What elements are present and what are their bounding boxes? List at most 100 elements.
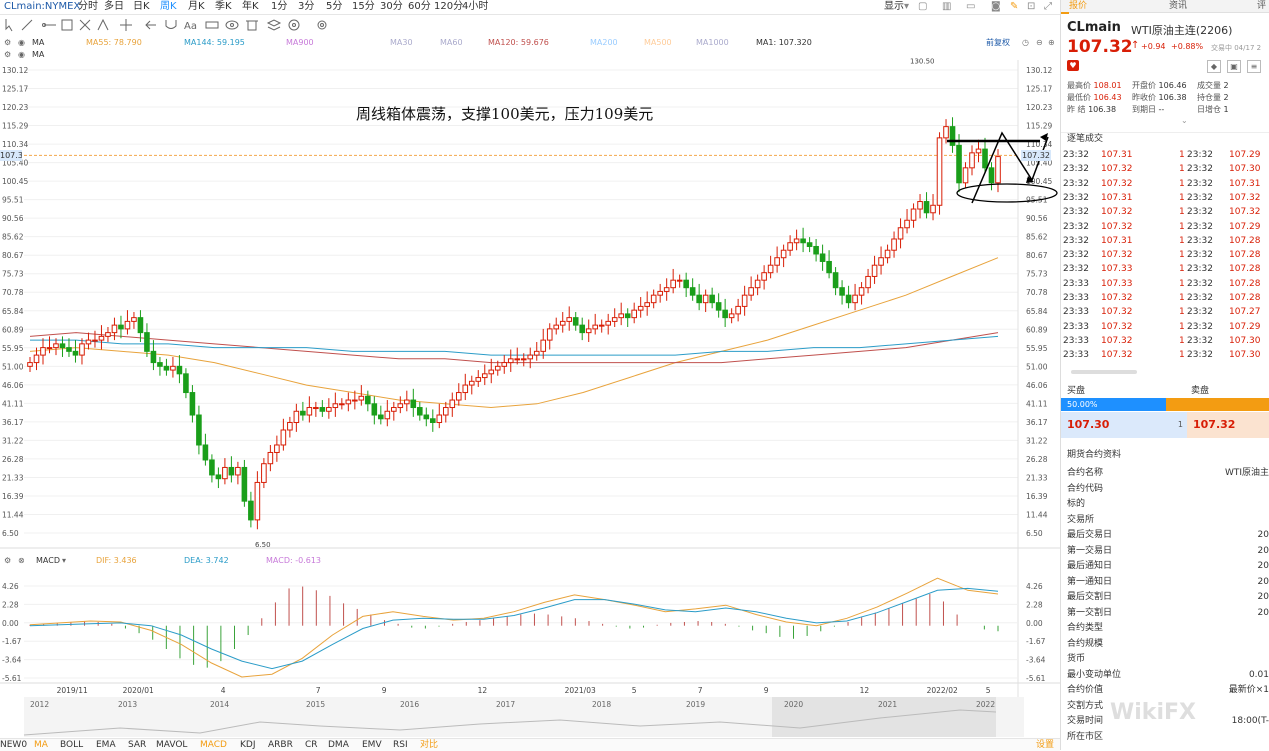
time-tick: 12 — [860, 686, 870, 695]
indicator-tab-rsi[interactable]: RSI — [393, 739, 408, 751]
candle-body — [988, 167, 995, 184]
candle-body — [982, 148, 988, 169]
tick-time-2: 23:32 — [1187, 178, 1213, 189]
indicator-tab-ema[interactable]: EMA — [96, 739, 116, 751]
candle-body — [79, 343, 85, 356]
candle-body — [111, 324, 118, 334]
contract-info-row: 合约名称 WTI原油主 — [1067, 466, 1269, 481]
contract-info-row: 第一交割日 20 — [1067, 606, 1269, 621]
chevron-down-icon[interactable]: ▾ — [62, 555, 66, 567]
contract-info-value: 20 — [1257, 545, 1269, 556]
contract-info-label: 交割方式 — [1067, 700, 1104, 711]
buy-label: 买盘 — [1067, 386, 1086, 396]
tick-price-2: 107.29 — [1229, 221, 1261, 232]
indicator-tab-arbr[interactable]: ARBR — [268, 739, 293, 751]
macd-tick-right: -5.61 — [1026, 674, 1046, 683]
bell-icon[interactable]: ◆ — [1207, 60, 1221, 73]
candle-body — [800, 238, 806, 244]
macd-legend-row: ⚙ ⊗ MACD ▾ DIF: 3.436 DEA: 3.742 MACD: -… — [0, 555, 400, 567]
price-tick-right: 16.39 — [1026, 492, 1048, 501]
indicator-tab-new0[interactable]: NEW0 — [0, 739, 27, 751]
candle-body — [761, 272, 767, 281]
tick-row: 23:32 107.33 1 23:32 107.28 — [1061, 262, 1269, 276]
candle-body — [391, 407, 397, 412]
candle-body — [975, 148, 982, 154]
contract-info-value: 18:00(T- — [1231, 716, 1269, 726]
macd-tick-left: -3.64 — [2, 656, 22, 665]
favorite-icon[interactable]: ♥ — [1067, 60, 1079, 71]
indicator-tab-boll[interactable]: BOLL — [60, 739, 83, 751]
candle-body — [722, 309, 728, 319]
bid-box: 107.30 1 — [1061, 412, 1187, 438]
stat-item: 昨收价 106.38 — [1132, 92, 1187, 104]
tab-quote[interactable]: 报价 — [1069, 0, 1087, 12]
stat-value: 106.43 — [1091, 93, 1122, 102]
tick-price-2: 107.30 — [1229, 350, 1261, 361]
gear-icon[interactable]: ⚙ — [4, 555, 11, 567]
scrollbar[interactable] — [1071, 370, 1137, 374]
candle-body — [371, 403, 378, 416]
candle-body — [559, 320, 566, 326]
candle-body — [352, 399, 358, 402]
candle-body — [455, 392, 462, 401]
stat-value: 108.01 — [1091, 81, 1122, 90]
macd-tick-right: 0.00 — [1026, 619, 1043, 628]
candle-body — [702, 294, 709, 304]
tick-price-2: 107.30 — [1229, 335, 1261, 346]
chevron-down-icon[interactable]: ⌄ — [1181, 116, 1188, 125]
bid-price: 107.30 — [1067, 418, 1110, 431]
candle-body — [891, 238, 897, 251]
macd-label[interactable]: MACD — [36, 555, 60, 567]
tick-price: 107.32 — [1101, 307, 1133, 318]
tick-qty: 1 — [1179, 207, 1185, 218]
contract-info-label: 最小变动单位 — [1067, 669, 1122, 680]
tab-review[interactable]: 评 — [1257, 0, 1266, 12]
indicator-tab-macd[interactable]: MACD — [200, 739, 227, 751]
candle-body — [254, 481, 261, 521]
tick-qty: 1 — [1179, 221, 1185, 232]
candle-body — [897, 227, 904, 240]
more-icon[interactable]: ≡ — [1247, 60, 1261, 73]
price-tick-left: 65.84 — [2, 307, 24, 316]
candle-body — [884, 249, 891, 259]
candle-body — [228, 466, 235, 476]
low-price-label: 6.50 — [255, 541, 271, 549]
contract-info-label: 最后交割日 — [1067, 592, 1113, 602]
candle-body — [845, 294, 852, 304]
candle-body — [40, 347, 46, 356]
current-price-tag: 107.32 — [1021, 150, 1051, 161]
candle-body — [124, 320, 131, 330]
tick-qty: 1 — [1179, 235, 1185, 246]
price-tick-left: 6.50 — [2, 529, 19, 538]
close-icon[interactable]: ⊗ — [18, 555, 25, 567]
indicator-tab-mavol[interactable]: MAVOL — [156, 739, 187, 751]
price-tick-right: 21.33 — [1026, 473, 1048, 482]
contract-info-value: 20 — [1257, 576, 1269, 587]
contract-info-row: 交易所 — [1067, 513, 1267, 528]
price-tick-right: 46.06 — [1026, 381, 1048, 390]
settings-link[interactable]: 设置 — [1036, 739, 1054, 751]
candle-body — [689, 287, 696, 296]
tick-row: 23:32 107.31 1 23:32 107.32 — [1061, 191, 1269, 205]
price-tick-left: 90.56 — [2, 214, 24, 223]
time-tick: 12 — [478, 686, 488, 695]
overview-year: 2022 — [976, 700, 995, 709]
indicator-tab-ma[interactable]: MA — [34, 739, 48, 751]
tab-news[interactable]: 资讯 — [1169, 0, 1187, 12]
indicator-tab-cr[interactable]: CR — [305, 739, 318, 751]
price-tick-right: 130.12 — [1026, 66, 1052, 75]
candle-body — [507, 358, 514, 364]
compare-icon[interactable]: ▣ — [1227, 60, 1241, 73]
price-tick-right: 125.17 — [1026, 85, 1052, 94]
indicator-tab-compare[interactable]: 对比 — [420, 739, 438, 751]
indicator-tab-sar[interactable]: SAR — [128, 739, 146, 751]
candle-body — [215, 474, 222, 480]
quote-price: 107.32 — [1067, 37, 1133, 57]
contract-info-row: 货币 — [1067, 652, 1267, 667]
indicator-tab-dma[interactable]: DMA — [328, 739, 349, 751]
candle-body — [780, 249, 787, 259]
indicator-tab-emv[interactable]: EMV — [362, 739, 382, 751]
chart-annotation[interactable]: 周线箱体震荡，支撑100美元，压力109美元 — [356, 103, 653, 124]
indicator-tab-kdj[interactable]: KDJ — [240, 739, 256, 751]
tick-row: 23:33 107.32 1 23:32 107.27 — [1061, 305, 1269, 319]
